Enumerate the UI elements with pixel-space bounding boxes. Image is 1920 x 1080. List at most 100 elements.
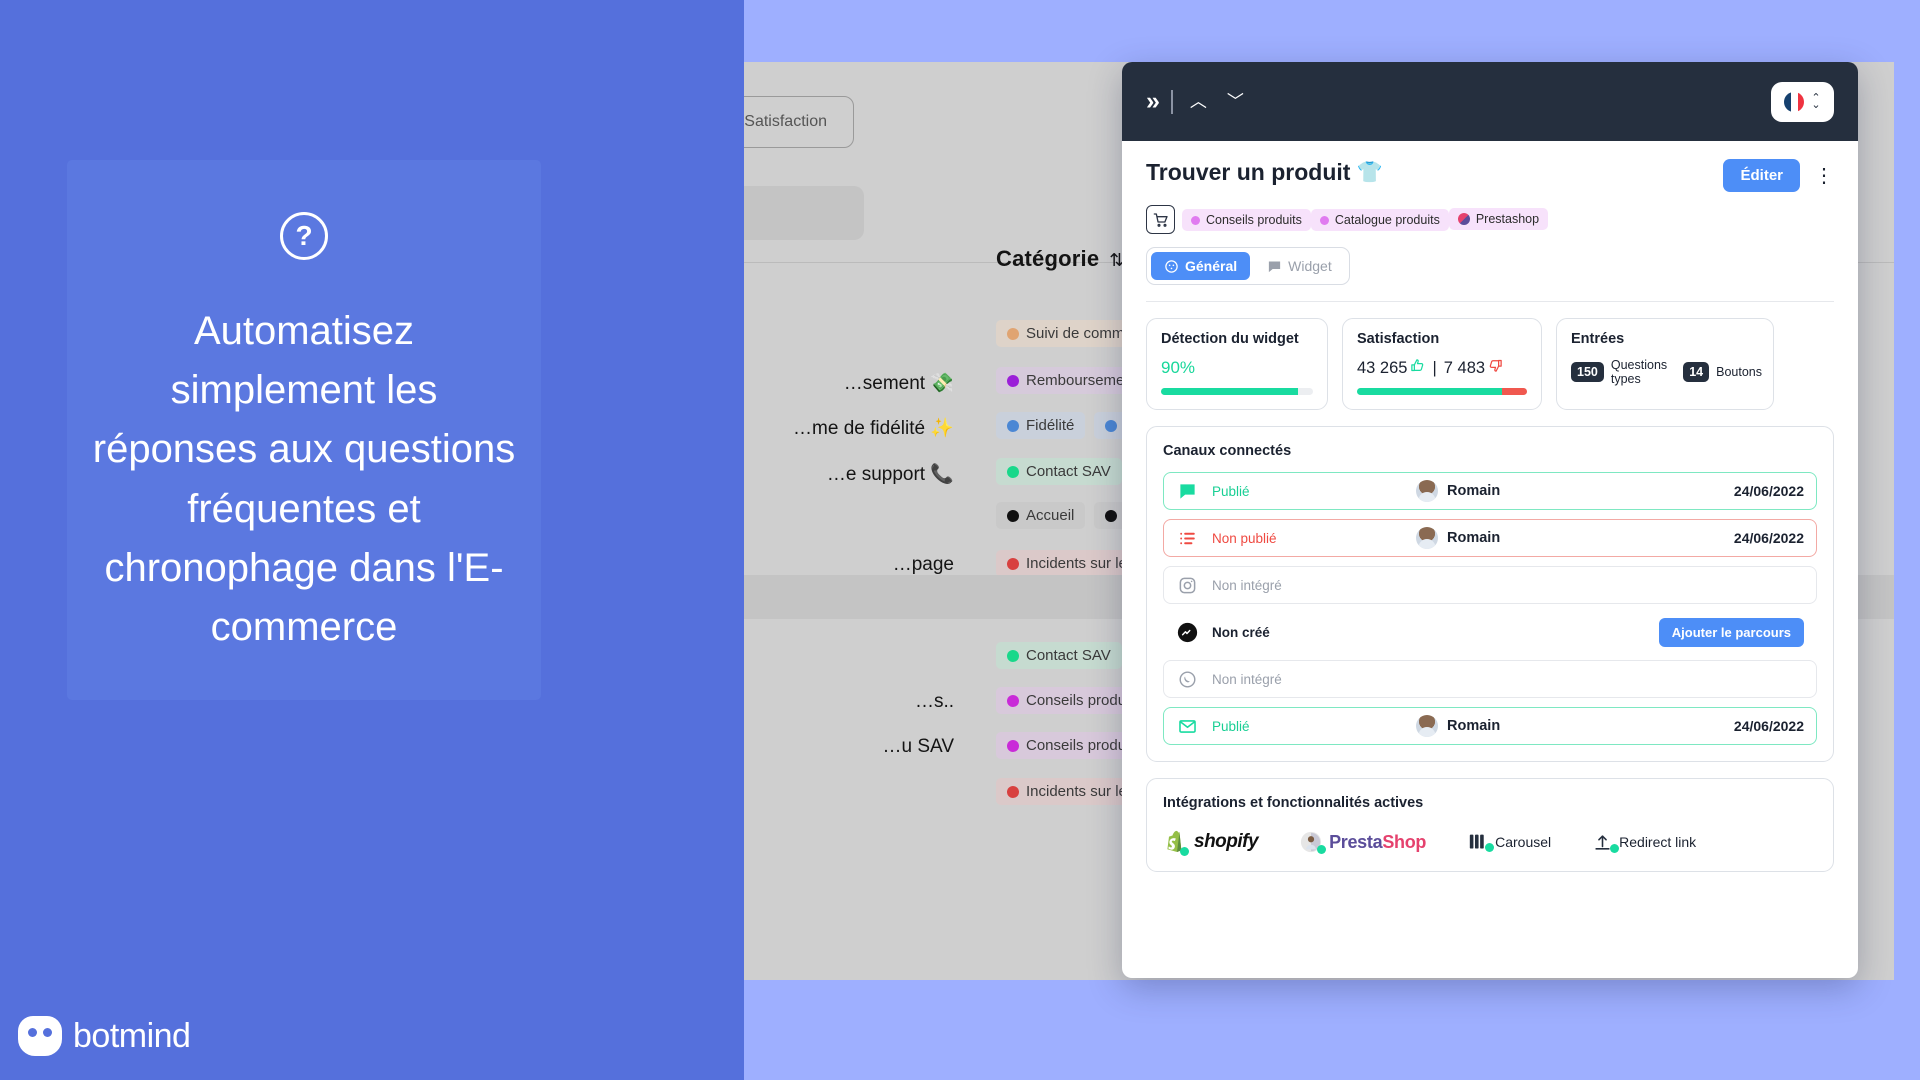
tag-dot-icon <box>1191 215 1200 225</box>
channel-user-name: Romain <box>1447 483 1501 499</box>
chevron-up-icon[interactable]: ︿ <box>1187 93 1210 110</box>
whatsapp-icon <box>1176 670 1198 689</box>
background-chip: Accueil <box>996 502 1086 529</box>
page-title: Trouver un produit 👕 <box>1146 159 1383 186</box>
integrations-panel-title: Intégrations et fonctionnalités actives <box>1163 795 1424 811</box>
tag-3[interactable]: Prestashop <box>1448 207 1549 230</box>
language-selector[interactable]: ⌃ ⌄ <box>1771 81 1834 122</box>
satisfaction-positive-count: 43 265 <box>1357 358 1408 377</box>
chevron-down-icon[interactable]: ﹀ <box>1224 93 1247 110</box>
channel-row-instagram[interactable]: Non intégré <box>1163 566 1817 604</box>
background-row-label: …e support 📞 <box>826 464 954 485</box>
chip-dot-icon <box>1007 785 1019 798</box>
edit-button[interactable]: Éditer <box>1723 159 1800 192</box>
avatar <box>1416 480 1438 502</box>
robot-face-icon <box>1164 259 1179 274</box>
background-row-label: …s.. <box>914 691 954 712</box>
channel-status: Non publié <box>1212 530 1277 546</box>
list-menu-icon <box>1176 529 1198 548</box>
stat-card-detection: Détection du widget 90% <box>1146 318 1328 410</box>
integration-carousel[interactable]: Carousel <box>1468 833 1551 852</box>
chip-dot-icon <box>1007 509 1019 522</box>
hero-panel: ? Automatisez simplement les réponses au… <box>67 160 541 700</box>
channel-date: 24/06/2022 <box>1733 718 1804 734</box>
background-chip-label: Fidélité <box>1026 417 1075 434</box>
background-row-label: …sement 💸 <box>843 373 954 394</box>
add-parcours-button[interactable]: Ajouter le parcours <box>1658 617 1804 647</box>
chip-dot-icon <box>1007 419 1019 432</box>
hero-headline: Automatisez simplement les réponses aux … <box>92 309 516 649</box>
integration-redirect-link[interactable]: Redirect link <box>1593 833 1697 853</box>
tab-general[interactable]: Général <box>1151 252 1251 280</box>
channel-row-messenger[interactable]: Non créé Ajouter le parcours <box>1163 613 1817 651</box>
channels-panel-title: Canaux connectés <box>1163 443 1292 459</box>
tag-1[interactable]: Conseils produits <box>1182 209 1311 232</box>
satisfaction-separator: | <box>1432 358 1437 377</box>
entry-count: 14 <box>1683 362 1710 383</box>
channel-row-chat-widget[interactable]: Publié Romain 24/06/2022 <box>1163 472 1817 510</box>
channel-status: Non intégré <box>1212 577 1282 593</box>
background-tab: Satisfaction <box>744 96 854 148</box>
chevron-up-down-icon: ⌃ ⌄ <box>1811 91 1821 111</box>
botmind-wordmark: botmind <box>73 1016 191 1055</box>
channel-user-name: Romain <box>1447 530 1501 546</box>
tshirt-emoji-icon: 👕 <box>1356 160 1383 184</box>
chip-dot-icon <box>1007 739 1019 752</box>
active-status-dot-icon <box>1180 847 1189 856</box>
chip-dot-icon <box>1007 694 1019 707</box>
question-mark-circle-icon: ? <box>280 212 328 260</box>
integration-label: shopify <box>1194 831 1259 852</box>
tab-widget[interactable]: Widget <box>1254 252 1345 280</box>
background-row-label: …me de fidélité ✨ <box>793 418 954 439</box>
email-icon <box>1176 717 1198 736</box>
channel-date: 24/06/2022 <box>1733 483 1804 499</box>
background-search-box <box>744 186 864 240</box>
channel-row-email[interactable]: Publié Romain 24/06/2022 <box>1163 707 1817 745</box>
channel-row-list-menu[interactable]: Non publié Romain 24/06/2022 <box>1163 519 1817 557</box>
avatar <box>1416 715 1438 737</box>
tag-2[interactable]: Catalogue produits <box>1310 209 1449 232</box>
integration-label: PrestaShop <box>1329 831 1427 852</box>
channel-status: Non créé <box>1212 624 1270 640</box>
channel-row-whatsapp[interactable]: Non intégré <box>1163 660 1817 698</box>
background-chip-label: Contact SAV <box>1026 463 1111 480</box>
chip-dot-icon <box>1007 557 1019 570</box>
channel-status: Non intégré <box>1212 671 1282 687</box>
view-mode-segmented-control: Général Widget <box>1146 247 1834 285</box>
chip-dot-icon <box>1007 374 1019 387</box>
entry-label: Boutons <box>1716 365 1763 380</box>
stat-detection-value: 90% <box>1161 358 1196 377</box>
tag-row: Conseils produits Catalogue produits Prest… <box>1146 205 1834 234</box>
chip-dot-icon <box>1105 509 1118 522</box>
chevron-double-right-icon[interactable]: » <box>1146 89 1160 114</box>
background-chip-label: Contact SAV <box>1026 647 1111 664</box>
shopping-cart-icon[interactable] <box>1146 205 1175 234</box>
entry-item-2: 14 Boutons <box>1683 362 1763 383</box>
background-chip: Fidélité <box>996 412 1086 439</box>
card-title-row: Trouver un produit 👕 Éditer ⋮ <box>1146 159 1834 192</box>
satisfaction-progress-bar <box>1357 388 1527 395</box>
chip-dot-icon <box>1105 419 1118 432</box>
integration-shopify[interactable]: shopify <box>1163 829 1259 856</box>
integration-prestashop[interactable]: PrestaShop <box>1300 831 1427 854</box>
card-header-nav: » ︿ ﹀ <box>1146 89 1247 114</box>
entry-label: Questions types <box>1610 358 1668 387</box>
kebab-menu-icon[interactable]: ⋮ <box>1814 166 1834 186</box>
tag-label: Catalogue produits <box>1334 213 1440 228</box>
section-divider <box>1146 301 1834 302</box>
channel-status: Publié <box>1212 718 1250 734</box>
page-title-text: Trouver un produit <box>1146 159 1351 185</box>
background-row-label: …page <box>892 554 954 575</box>
integration-label: Redirect link <box>1619 834 1697 850</box>
tag-dot-icon <box>1319 215 1329 225</box>
botmind-logo: botmind <box>18 1016 191 1056</box>
tab-widget-label: Widget <box>1288 258 1332 274</box>
card-title-actions: Éditer ⋮ <box>1723 159 1834 192</box>
header-divider <box>1170 89 1173 114</box>
card-header-bar: » ︿ ﹀ ⌃ ⌄ <box>1122 62 1858 141</box>
avatar <box>1416 527 1438 549</box>
stat-card-satisfaction: Satisfaction 43 265 | 7 483 <box>1342 318 1542 410</box>
thumbs-up-icon <box>1410 358 1425 378</box>
entry-item-1: 150 Questions types <box>1571 358 1667 387</box>
entries-list: 150 Questions types 14 Boutons <box>1571 358 1763 387</box>
